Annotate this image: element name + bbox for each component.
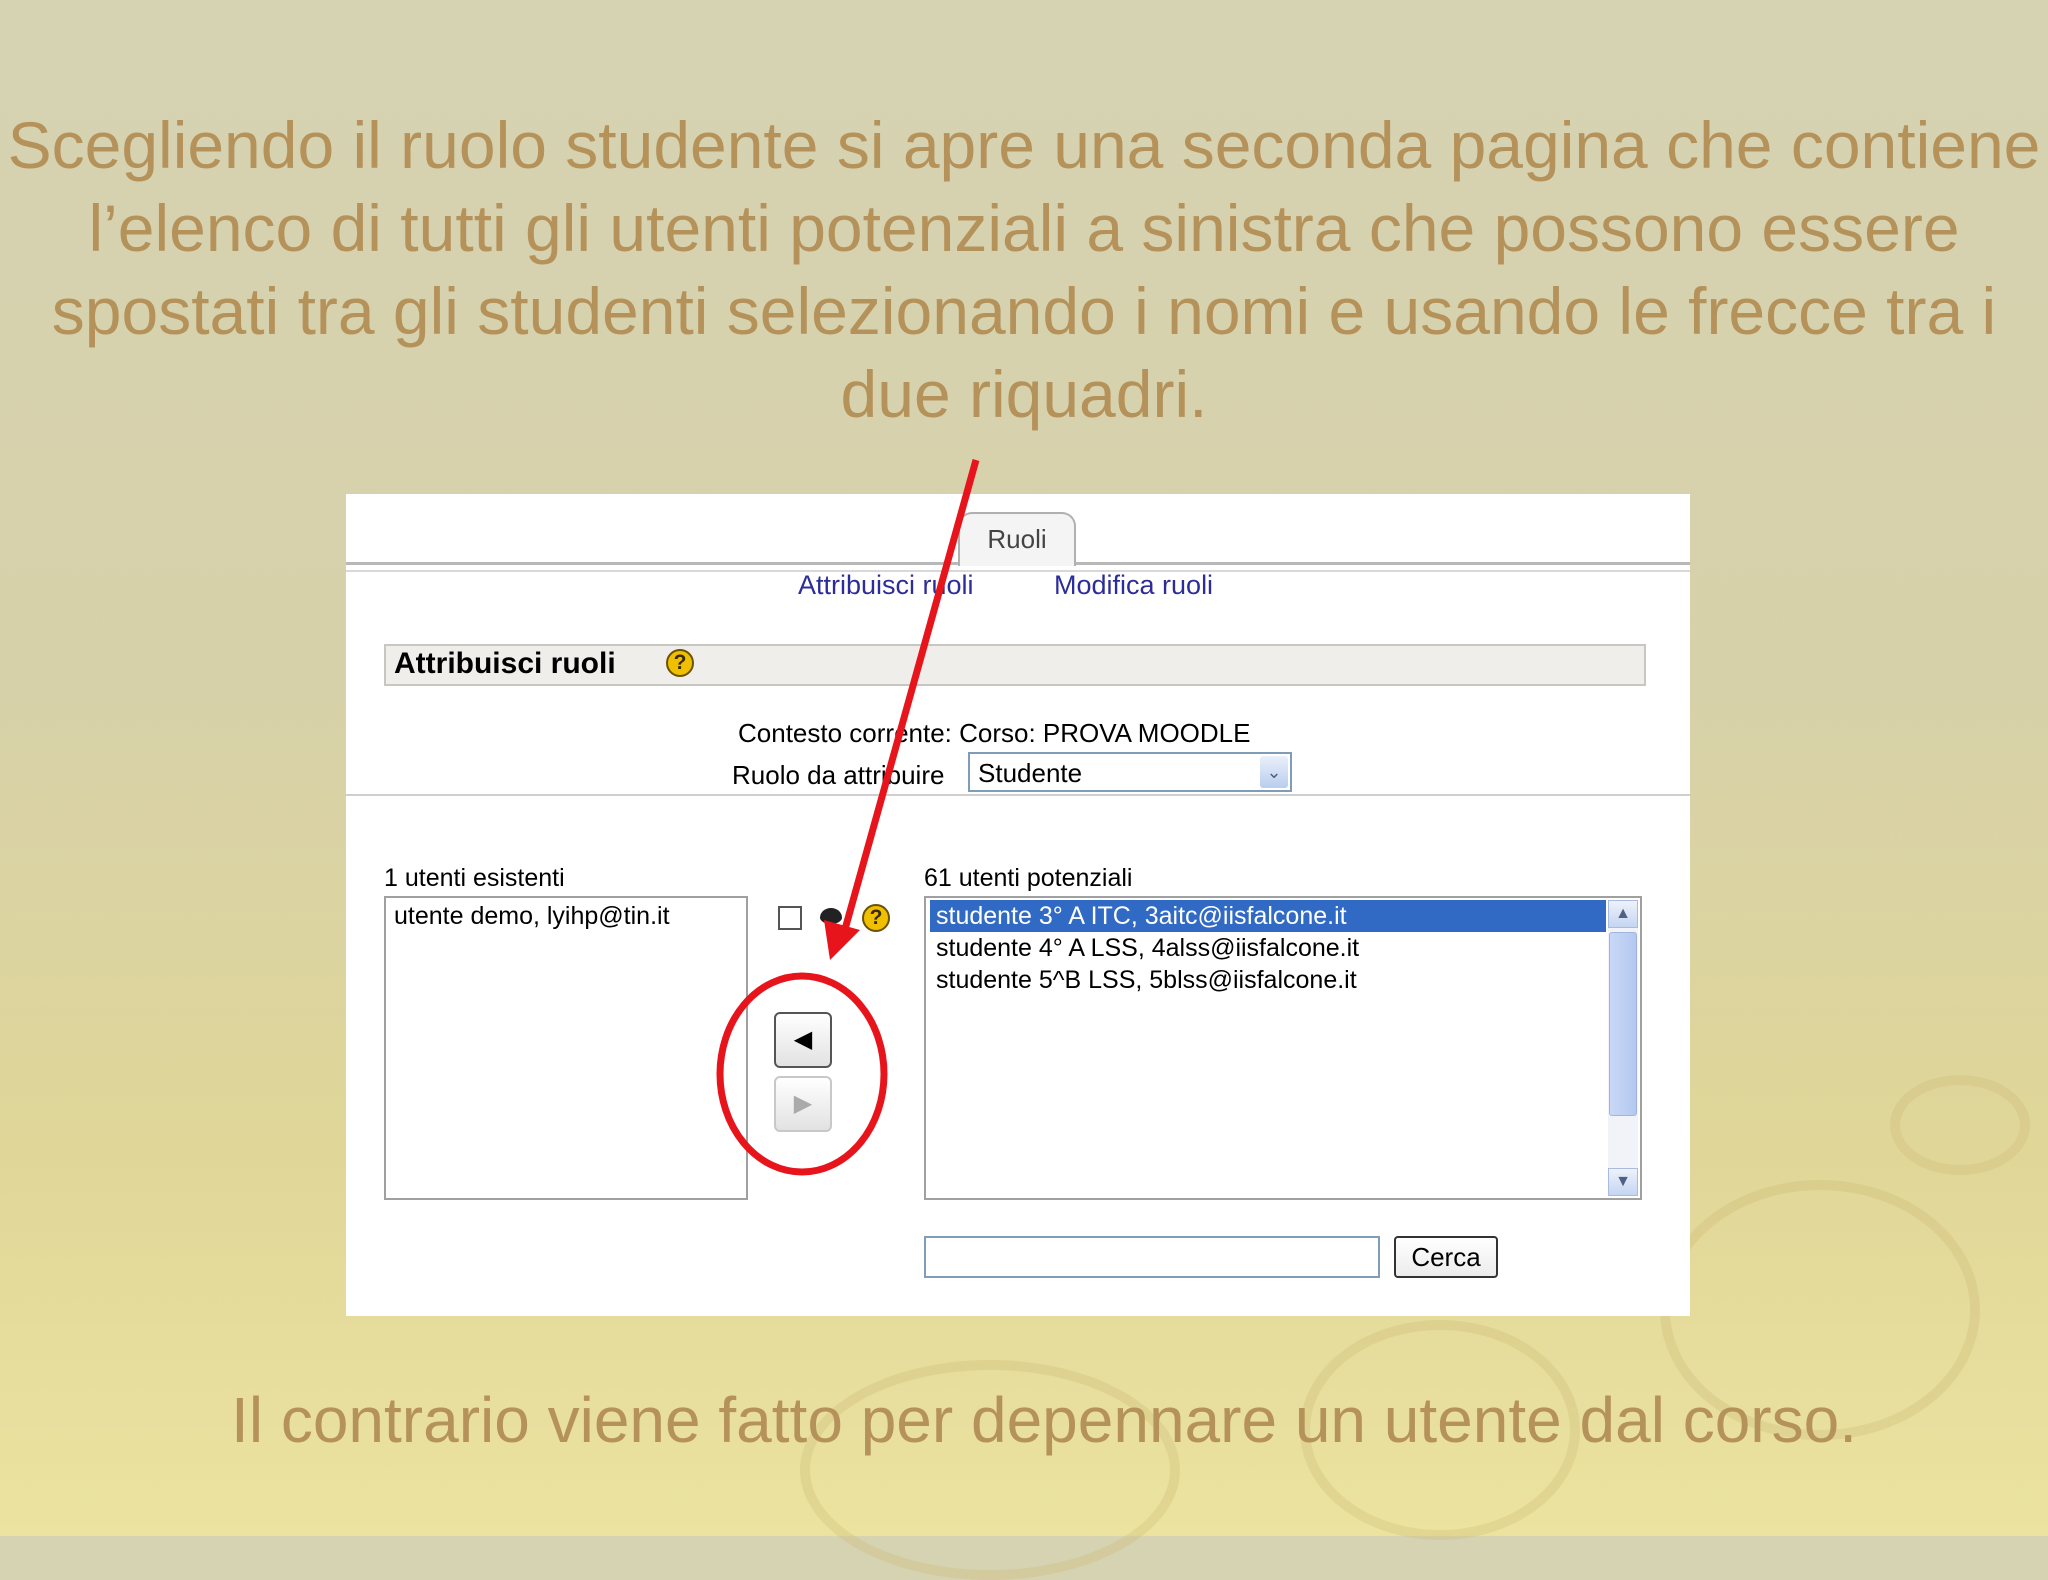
- potential-users-list[interactable]: studente 3° A ITC, 3aitc@iisfalcone.it s…: [924, 896, 1642, 1200]
- subtab-attribuisci-ruoli[interactable]: Attribuisci ruoli: [798, 570, 974, 601]
- role-select-value: Studente: [978, 758, 1083, 788]
- search-input[interactable]: [924, 1236, 1380, 1278]
- section-title: Attribuisci ruoli: [394, 647, 616, 680]
- tab-ruoli[interactable]: Ruoli: [958, 512, 1076, 566]
- context-label: Contesto corrente: Corso: PROVA MOODLE: [738, 718, 1251, 748]
- show-hidden-checkbox[interactable]: [778, 906, 802, 930]
- scrollbar-thumb[interactable]: [1609, 932, 1637, 1116]
- chevron-down-icon[interactable]: ⌄: [1260, 756, 1288, 788]
- list-item[interactable]: studente 4° A LSS, 4alss@iisfalcone.it: [930, 932, 1606, 964]
- divider: [346, 794, 1690, 796]
- role-select[interactable]: Studente ⌄: [968, 752, 1292, 792]
- scroll-up-icon[interactable]: ▲: [1608, 900, 1638, 928]
- scroll-down-icon[interactable]: ▼: [1608, 1168, 1638, 1196]
- existing-users-list[interactable]: utente demo, lyihp@tin.it: [384, 896, 748, 1200]
- search-button[interactable]: Cerca: [1394, 1236, 1498, 1278]
- list-item[interactable]: studente 5^B LSS, 5blss@iisfalcone.it: [930, 964, 1606, 996]
- existing-users-label: 1 utenti esistenti: [384, 864, 565, 892]
- role-label: Ruolo da attribuire: [732, 760, 945, 790]
- tab-divider: [346, 570, 1690, 572]
- potential-users-label: 61 utenti potenziali: [924, 864, 1133, 892]
- remove-user-button[interactable]: ▶: [774, 1076, 832, 1132]
- moodle-roles-screenshot: Ruoli Attribuisci ruoli Modifica ruoli A…: [346, 494, 1690, 1316]
- list-item[interactable]: studente 3° A ITC, 3aitc@iisfalcone.it: [930, 900, 1606, 932]
- scrollbar[interactable]: ▲ ▼: [1608, 900, 1638, 1196]
- subtab-modifica-ruoli[interactable]: Modifica ruoli: [1054, 570, 1213, 601]
- eye-icon: [820, 908, 842, 924]
- help-icon[interactable]: ?: [862, 904, 890, 932]
- ripple-decoration: [1890, 1075, 2030, 1175]
- list-item[interactable]: utente demo, lyihp@tin.it: [394, 902, 670, 931]
- add-user-button[interactable]: ◀: [774, 1012, 832, 1068]
- slide-title: Scegliendo il ruolo studente si apre una…: [7, 108, 2041, 431]
- slide-footer: Il contrario viene fatto per depennare u…: [231, 1384, 1857, 1456]
- help-icon[interactable]: ?: [666, 649, 694, 677]
